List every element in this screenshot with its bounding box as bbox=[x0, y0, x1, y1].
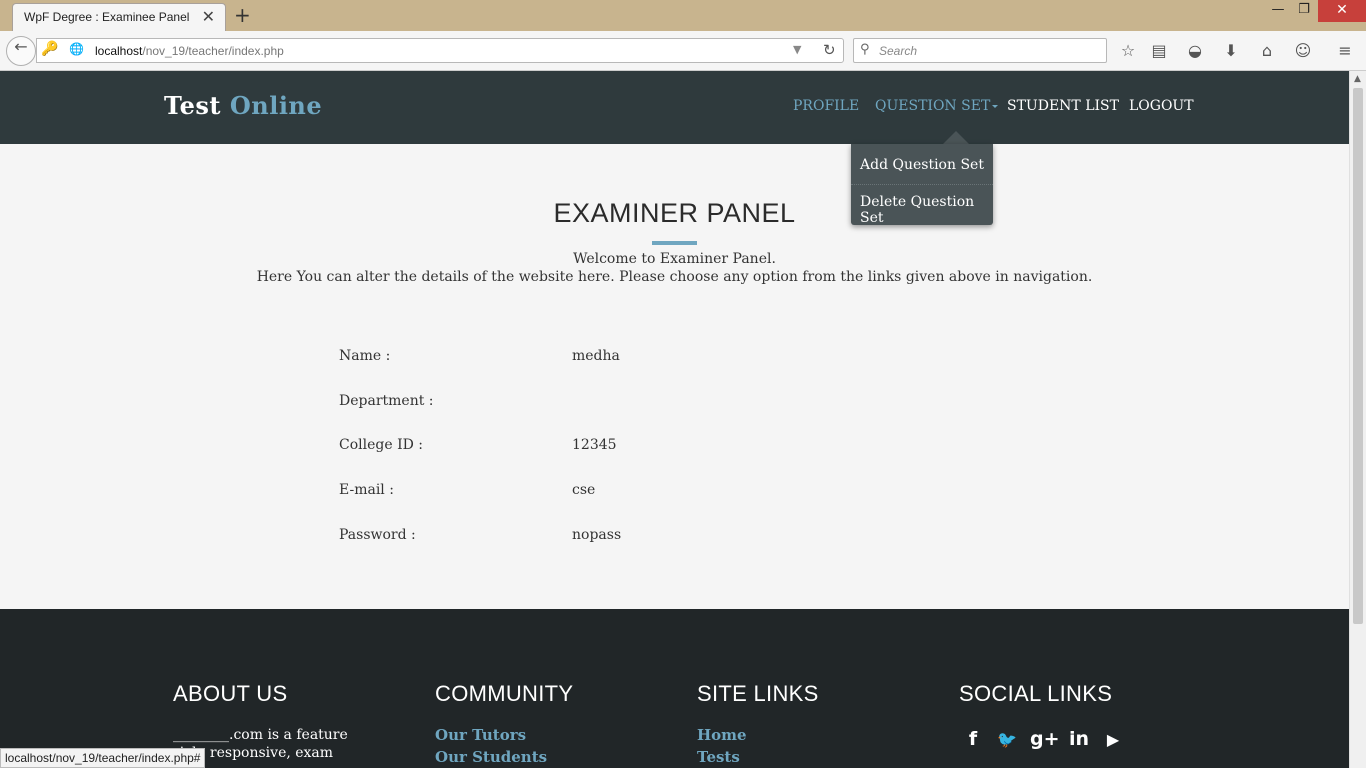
scrollbar-thumb[interactable] bbox=[1353, 88, 1363, 624]
linkedin-icon[interactable]: in bbox=[1066, 728, 1092, 750]
email-label: E-mail : bbox=[339, 482, 394, 498]
browser-tab-bar: WpF Degree : Examinee Panel ✕ + — ❐ ✕ bbox=[0, 0, 1366, 31]
brand-word-test: Test bbox=[164, 91, 221, 120]
page-scrollbar[interactable]: ▲ bbox=[1349, 71, 1366, 768]
url-history-dropdown-icon[interactable]: ▼ bbox=[793, 43, 801, 56]
search-icon: ⚲ bbox=[860, 42, 870, 57]
dropdown-delete-question-set[interactable]: Delete Question Set bbox=[860, 194, 993, 226]
search-box[interactable]: ⚲ Search bbox=[853, 38, 1107, 63]
link-our-tutors[interactable]: Our Tutors bbox=[435, 726, 526, 744]
browser-nav-bar: 🔑 🌐 localhost/nov_19/teacher/index.php ▼… bbox=[0, 31, 1366, 71]
brand-word-online: Online bbox=[229, 91, 323, 120]
window-close-button[interactable]: ✕ bbox=[1318, 0, 1366, 22]
window-restore-button[interactable]: ❐ bbox=[1290, 0, 1318, 22]
status-url: localhost/nov_19/teacher/index.php# bbox=[0, 748, 206, 768]
site-links-heading: SITE LINKS bbox=[697, 681, 819, 706]
nav-student-list[interactable]: STUDENT LIST bbox=[1007, 98, 1119, 114]
tab-close-icon[interactable]: ✕ bbox=[202, 7, 215, 26]
question-set-dropdown: Add Question Set Delete Question Set bbox=[851, 144, 993, 226]
nav-logout[interactable]: LOGOUT bbox=[1129, 98, 1194, 114]
address-bar[interactable]: 🔑 🌐 localhost/nov_19/teacher/index.php ▼… bbox=[36, 38, 844, 63]
about-us-heading: ABOUT US bbox=[173, 681, 288, 706]
department-label: Department : bbox=[339, 393, 434, 409]
welcome-line-2: Here You can alter the details of the we… bbox=[256, 269, 1093, 285]
social-links-heading: SOCIAL LINKS bbox=[959, 681, 1113, 706]
google-plus-icon[interactable]: g+ bbox=[1030, 728, 1060, 750]
pocket-icon[interactable]: ◒ bbox=[1184, 41, 1206, 60]
dropdown-add-question-set[interactable]: Add Question Set bbox=[860, 157, 984, 173]
tab-title: WpF Degree : Examinee Panel bbox=[24, 10, 190, 24]
college-id-label: College ID : bbox=[339, 437, 423, 453]
nav-profile[interactable]: PROFILE bbox=[793, 98, 859, 114]
key-icon[interactable]: 🔑 bbox=[41, 41, 58, 57]
window-minimize-button[interactable]: — bbox=[1264, 0, 1292, 22]
dropdown-arrow bbox=[943, 131, 969, 144]
new-tab-button[interactable]: + bbox=[234, 3, 251, 27]
email-value: cse bbox=[572, 482, 596, 498]
site-header: Test Online PROFILE QUESTION SET STUDENT… bbox=[0, 71, 1349, 144]
reload-icon[interactable]: ↻ bbox=[823, 41, 836, 59]
site-brand-logo[interactable]: Test Online bbox=[164, 91, 322, 120]
name-value: medha bbox=[572, 348, 620, 364]
bookmark-star-icon[interactable]: ☆ bbox=[1117, 41, 1139, 60]
smiley-icon[interactable]: ☺ bbox=[1292, 41, 1314, 60]
caret-down-icon bbox=[992, 104, 999, 108]
password-value: nopass bbox=[572, 527, 622, 543]
nav-question-set[interactable]: QUESTION SET bbox=[875, 98, 999, 114]
welcome-line-1: Welcome to Examiner Panel. bbox=[573, 251, 776, 267]
nav-question-set-label: QUESTION SET bbox=[875, 98, 991, 114]
link-home[interactable]: Home bbox=[697, 726, 747, 744]
back-button[interactable]: ← bbox=[6, 36, 36, 66]
link-our-students[interactable]: Our Students bbox=[435, 748, 547, 766]
download-icon[interactable]: ⬇ bbox=[1220, 41, 1242, 60]
facebook-icon[interactable]: f bbox=[960, 728, 986, 750]
name-label: Name : bbox=[339, 348, 391, 364]
welcome-text: Welcome to Examiner Panel. Here You can … bbox=[0, 250, 1349, 286]
reading-list-icon[interactable]: ▤ bbox=[1148, 41, 1170, 60]
browser-tab[interactable]: WpF Degree : Examinee Panel ✕ bbox=[12, 3, 226, 31]
main-content: EXAMINER PANEL Welcome to Examiner Panel… bbox=[0, 144, 1349, 609]
page-title: EXAMINER PANEL bbox=[553, 198, 796, 228]
scroll-up-arrow-icon[interactable]: ▲ bbox=[1354, 74, 1361, 84]
link-tests[interactable]: Tests bbox=[697, 748, 740, 766]
globe-icon[interactable]: 🌐 bbox=[69, 42, 84, 56]
password-label: Password : bbox=[339, 527, 416, 543]
title-underline bbox=[652, 241, 697, 245]
home-icon[interactable]: ⌂ bbox=[1256, 41, 1278, 60]
site-footer: ABOUT US ________.com is a feature rich,… bbox=[0, 609, 1349, 768]
youtube-icon[interactable]: ▶ bbox=[1100, 730, 1126, 749]
menu-icon[interactable]: ≡ bbox=[1334, 41, 1356, 60]
dropdown-divider bbox=[851, 184, 993, 185]
url-text[interactable]: localhost/nov_19/teacher/index.php bbox=[95, 44, 284, 58]
search-placeholder: Search bbox=[879, 44, 918, 58]
college-id-value: 12345 bbox=[572, 437, 617, 453]
community-heading: COMMUNITY bbox=[435, 681, 574, 706]
twitter-icon[interactable]: 🐦 bbox=[994, 730, 1020, 749]
